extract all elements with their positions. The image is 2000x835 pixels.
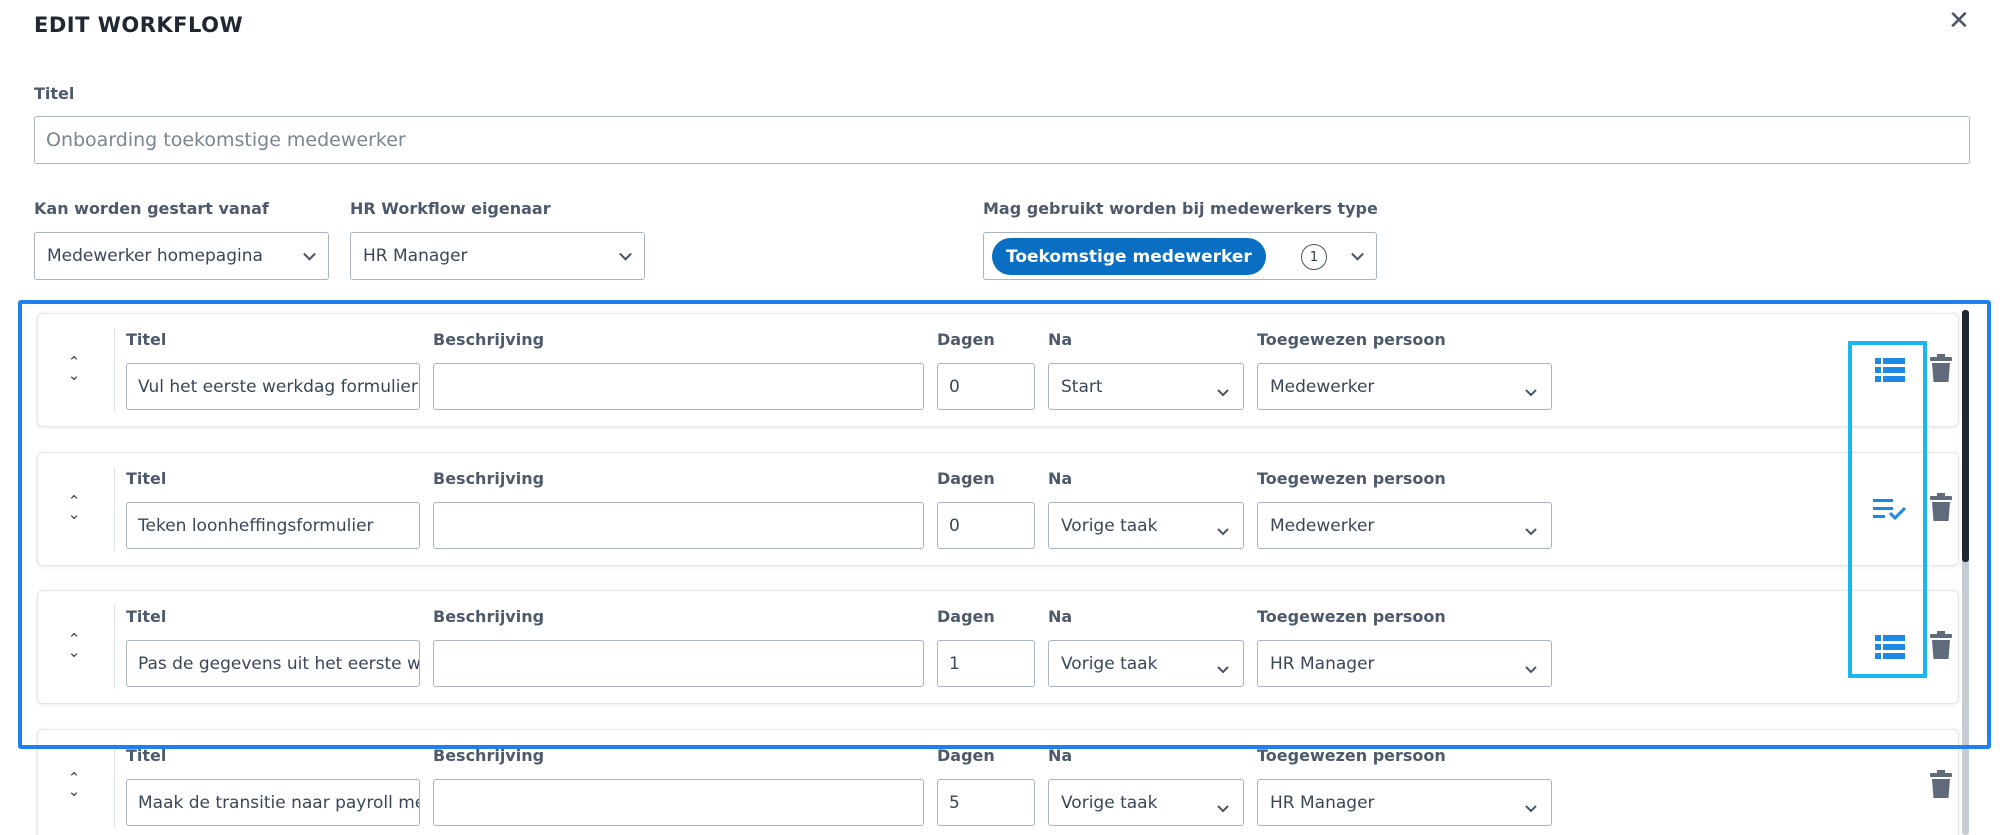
checklist-icon[interactable] [1872, 492, 1908, 526]
task-days-input[interactable]: 1 [937, 640, 1035, 687]
task-days-input[interactable]: 0 [937, 502, 1035, 549]
form-list-icon[interactable] [1873, 353, 1907, 387]
chevron-down-icon [1217, 659, 1229, 679]
card-divider [114, 328, 115, 412]
task-assignee-select[interactable]: Medewerker [1257, 502, 1552, 549]
task-after-value: Vorige taak [1061, 653, 1158, 674]
chevron-down-icon [1525, 521, 1537, 541]
drag-handle-icon[interactable]: ⌃ ⌄ [64, 632, 84, 663]
task-after-label: Na [1048, 330, 1073, 349]
form-list-icon[interactable] [1873, 630, 1907, 664]
task-title-input[interactable]: Teken loonheffingsformulier [126, 502, 420, 549]
task-after-label: Na [1048, 607, 1073, 626]
trash-icon[interactable] [1928, 767, 1954, 801]
task-description-label: Beschrijving [433, 469, 545, 488]
task-assignee-select[interactable]: Medewerker [1257, 363, 1552, 410]
chevron-down-icon [1525, 382, 1537, 402]
start-from-select[interactable]: Medewerker homepagina [34, 232, 329, 280]
task-days-input[interactable]: 5 [937, 779, 1035, 826]
task-title-label: Titel [126, 607, 167, 626]
task-days-label: Dagen [937, 469, 995, 488]
task-title-input[interactable]: Vul het eerste werkdag formulier [126, 363, 420, 410]
card-divider [114, 605, 115, 689]
task-after-select[interactable]: Start [1048, 363, 1244, 410]
task-assignee-value: HR Manager [1270, 792, 1375, 813]
task-title-label: Titel [126, 746, 167, 765]
start-from-value: Medewerker homepagina [47, 246, 263, 266]
task-after-label: Na [1048, 469, 1073, 488]
task-after-select[interactable]: Vorige taak [1048, 502, 1244, 549]
close-icon[interactable]: ✕ [1948, 6, 1970, 36]
drag-handle-icon[interactable]: ⌃ ⌄ [64, 771, 84, 802]
title-label: Titel [34, 84, 75, 103]
card-divider [114, 744, 115, 828]
task-description-input[interactable] [433, 640, 924, 687]
trash-icon[interactable] [1928, 628, 1954, 662]
task-assignee-select[interactable]: HR Manager [1257, 640, 1552, 687]
chevron-down-icon [1525, 798, 1537, 818]
owner-label: HR Workflow eigenaar [350, 199, 551, 218]
chevron-down-icon [1217, 521, 1229, 541]
task-after-value: Start [1061, 376, 1103, 397]
task-description-input[interactable] [433, 779, 924, 826]
task-assignee-value: Medewerker [1270, 515, 1375, 536]
task-title-input[interactable]: Maak de transitie naar payroll mede [126, 779, 420, 826]
task-title-label: Titel [126, 330, 167, 349]
chevron-down-icon [1525, 659, 1537, 679]
task-days-label: Dagen [937, 330, 995, 349]
owner-select[interactable]: HR Manager [350, 232, 645, 280]
task-after-label: Na [1048, 746, 1073, 765]
chevron-down-icon [1217, 382, 1229, 402]
chevron-down-icon [303, 247, 316, 261]
chevron-down-icon [1217, 798, 1229, 818]
task-after-select[interactable]: Vorige taak [1048, 779, 1244, 826]
task-after-value: Vorige taak [1061, 792, 1158, 813]
task-assignee-label: Toegewezen persoon [1257, 469, 1446, 488]
task-title-label: Titel [126, 469, 167, 488]
page-title: EDIT WORKFLOW [34, 13, 244, 37]
trash-icon[interactable] [1928, 351, 1954, 385]
task-description-label: Beschrijving [433, 330, 545, 349]
drag-handle-icon[interactable]: ⌃ ⌄ [64, 494, 84, 525]
trash-icon[interactable] [1928, 490, 1954, 524]
task-days-input[interactable]: 0 [937, 363, 1035, 410]
task-assignee-label: Toegewezen persoon [1257, 607, 1446, 626]
scrollbar-thumb[interactable] [1962, 310, 1969, 562]
chevron-down-icon [1351, 247, 1364, 261]
task-description-label: Beschrijving [433, 607, 545, 626]
drag-handle-icon[interactable]: ⌃ ⌄ [64, 355, 84, 386]
selected-count-badge: 1 [1301, 244, 1327, 270]
employee-type-chip[interactable]: Toekomstige medewerker [992, 238, 1266, 275]
task-assignee-select[interactable]: HR Manager [1257, 779, 1552, 826]
task-description-input[interactable] [433, 502, 924, 549]
task-after-select[interactable]: Vorige taak [1048, 640, 1244, 687]
employee-types-label: Mag gebruikt worden bij medewerkers type [983, 199, 1378, 218]
task-days-label: Dagen [937, 607, 995, 626]
owner-value: HR Manager [363, 246, 468, 266]
task-description-label: Beschrijving [433, 746, 545, 765]
task-description-input[interactable] [433, 363, 924, 410]
task-after-value: Vorige taak [1061, 515, 1158, 536]
task-assignee-value: Medewerker [1270, 376, 1375, 397]
card-divider [114, 467, 115, 551]
task-assignee-label: Toegewezen persoon [1257, 746, 1446, 765]
task-assignee-label: Toegewezen persoon [1257, 330, 1446, 349]
task-assignee-value: HR Manager [1270, 653, 1375, 674]
task-days-label: Dagen [937, 746, 995, 765]
task-title-input[interactable]: Pas de gegevens uit het eerste werk [126, 640, 420, 687]
chevron-down-icon [619, 247, 632, 261]
workflow-title-input[interactable]: Onboarding toekomstige medewerker [34, 116, 1970, 164]
start-from-label: Kan worden gestart vanaf [34, 199, 269, 218]
